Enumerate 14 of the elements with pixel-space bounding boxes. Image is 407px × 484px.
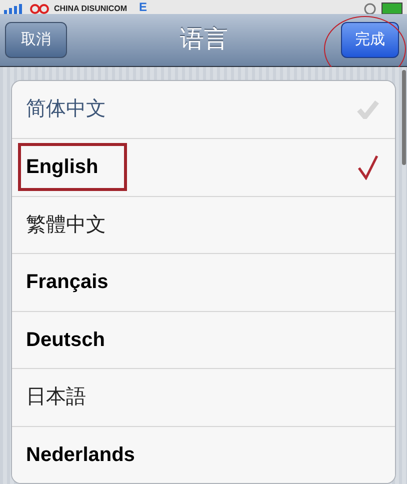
language-name: 日本語 [26, 385, 86, 410]
language-name: Deutsch [26, 328, 105, 353]
carrier-name: CHINA DISUNICOM [54, 4, 128, 14]
language-name: 简体中文 [26, 97, 106, 122]
language-row[interactable]: Nederlands [12, 426, 395, 483]
network-type: E [139, 1, 148, 14]
cancel-button[interactable]: 取消 [5, 22, 67, 58]
language-name: English [18, 143, 128, 192]
language-name: 繁體中文 [26, 212, 106, 238]
done-button[interactable]: 完成 [341, 22, 399, 58]
language-name: Français [26, 270, 108, 296]
language-name: Nederlands [26, 442, 135, 468]
carrier-logo-icon [30, 4, 50, 14]
window-title: 语言 [180, 24, 228, 55]
